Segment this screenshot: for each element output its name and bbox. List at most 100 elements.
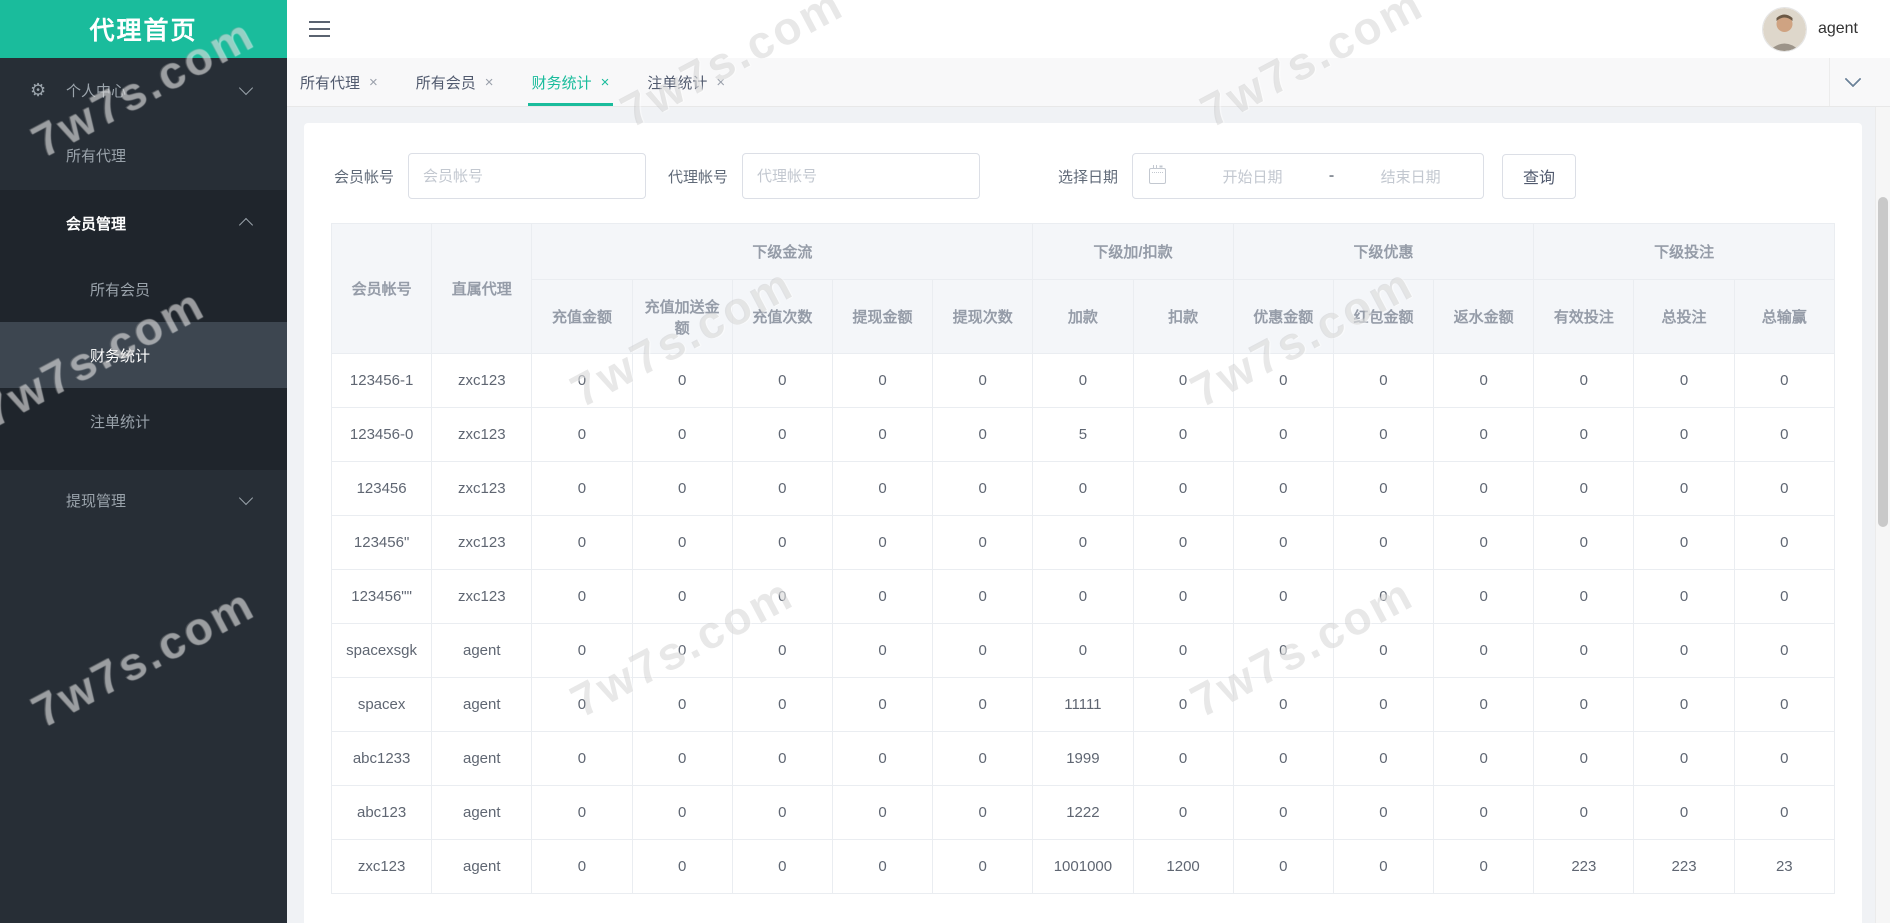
table-cell: 0 xyxy=(1733,785,1836,840)
sidebar-item-personal-center[interactable]: ⚙ 个人中心 xyxy=(0,60,287,120)
sidebar-item-all-agents[interactable]: 所有代理 xyxy=(0,120,287,190)
table-cell: 0 xyxy=(531,785,633,840)
table-cell: 0 xyxy=(1032,353,1134,408)
sidebar-item-all-members[interactable]: 所有会员 xyxy=(0,256,287,322)
menu-toggle-icon[interactable] xyxy=(309,21,330,37)
table-cell: 0 xyxy=(631,515,733,570)
table-cell: 0 xyxy=(1733,407,1836,462)
filter-bar: 会员帐号 代理帐号 选择日期 开始日期 - 结束日期 查询 xyxy=(304,123,1862,199)
table-header: 会员帐号 直属代理 下级金流 下级加/扣款 下级优惠 下级投注 充值金额 充值加送金额 充值次数… xyxy=(330,223,1836,354)
table-cell: 0 xyxy=(831,407,934,462)
sidebar-item-withdraw-management[interactable]: 提现管理 xyxy=(0,470,287,530)
sidebar-item-label: 个人中心 xyxy=(66,82,127,100)
sidebar: 代理首页 ⚙ 个人中心所有代理 会员管理 所有会员财务统计注单统计提现管理 xyxy=(0,0,287,923)
column-group-header: 下级加/扣款 xyxy=(1032,223,1234,280)
tab-close-icon[interactable]: × xyxy=(716,74,725,91)
tab-overflow-button[interactable] xyxy=(1829,58,1876,106)
table-cell: 0 xyxy=(1132,677,1234,732)
table-cell: 0 xyxy=(731,353,833,408)
table-row: 123456 zxc123 0 0 0 0 0 0 0 0 0 0 0 0 0 xyxy=(330,461,1836,516)
table-cell: 0 xyxy=(1433,407,1535,462)
table-cell: 0 xyxy=(1633,461,1735,516)
table-cell: agent xyxy=(431,731,533,786)
tab-all-agents[interactable]: 所有代理 × xyxy=(300,58,378,106)
search-button[interactable]: 查询 xyxy=(1502,153,1577,199)
table-cell: 0 xyxy=(631,569,733,624)
table-cell: 0 xyxy=(1533,515,1635,570)
tab-all-members[interactable]: 所有会员 × xyxy=(416,58,494,106)
gear-icon: ⚙ xyxy=(30,80,47,100)
agent-account-input[interactable] xyxy=(742,153,981,199)
table-cell: 0 xyxy=(631,461,733,516)
app-logo-title: 代理首页 xyxy=(0,0,287,58)
table-cell: 0 xyxy=(731,461,833,516)
scrollbar-thumb[interactable] xyxy=(1878,197,1888,527)
table-cell: 0 xyxy=(831,461,934,516)
sidebar-item-order-stats[interactable]: 注单统计 xyxy=(0,388,287,454)
stats-table: 会员帐号 直属代理 下级金流 下级加/扣款 下级优惠 下级投注 充值金额 充值加送金额 充值次数… xyxy=(330,223,1836,894)
tab-bar: 所有代理 × 所有会员 × 财务统计 × 注单统计 × xyxy=(287,58,1890,107)
user-menu[interactable]: agent xyxy=(1762,3,1858,55)
table-cell: 0 xyxy=(1533,461,1635,516)
table-wrapper: 会员帐号 直属代理 下级金流 下级加/扣款 下级优惠 下级投注 充值金额 充值加送金额 充值次数… xyxy=(304,199,1862,894)
table-cell: zxc123 xyxy=(431,461,533,516)
tab-close-icon[interactable]: × xyxy=(601,74,610,91)
table-cell: 0 xyxy=(932,785,1034,840)
main-content: 会员帐号 代理帐号 选择日期 开始日期 - 结束日期 查询 会员帐号直属代理下级… xyxy=(287,107,1890,923)
table-cell: 0 xyxy=(1533,569,1635,624)
table-cell: 0 xyxy=(1733,515,1836,570)
table-cell: 0 xyxy=(631,677,733,732)
table-cell: 0 xyxy=(1533,623,1635,678)
table-row: 123456-1 zxc123 0 0 0 0 0 0 0 0 0 0 0 0 0 xyxy=(330,353,1836,408)
table-cell: 0 xyxy=(1232,407,1334,462)
tab-finance-stats[interactable]: 财务统计 × xyxy=(527,58,614,106)
member-account-input[interactable] xyxy=(408,153,647,199)
table-cell: spacex xyxy=(330,677,433,732)
column-header: 会员帐号 xyxy=(330,223,433,354)
table-cell: 0 xyxy=(731,731,833,786)
table-cell: zxc123 xyxy=(431,569,533,624)
tab-close-icon[interactable]: × xyxy=(369,74,378,91)
table-header-group-row: 会员帐号 直属代理 下级金流 下级加/扣款 下级优惠 下级投注 xyxy=(330,223,1835,354)
column-header: 有效投注 xyxy=(1533,279,1635,354)
table-cell: 0 xyxy=(731,407,833,462)
start-date-field[interactable]: 开始日期 xyxy=(1180,166,1325,187)
scrollbar[interactable] xyxy=(1875,107,1890,923)
table-cell: 0 xyxy=(1332,677,1435,732)
tab-order-stats[interactable]: 注单统计 × xyxy=(647,58,725,106)
table-cell: 1999 xyxy=(1032,731,1134,786)
table-cell: 223 xyxy=(1533,839,1635,894)
table-cell: 0 xyxy=(1132,785,1234,840)
table-cell: 0 xyxy=(1533,785,1635,840)
table-cell: 0 xyxy=(531,353,633,408)
table-row: spacexsgk agent 0 0 0 0 0 0 0 0 0 0 0 0 0 xyxy=(330,623,1836,678)
table-cell: 0 xyxy=(932,461,1034,516)
top-header: agent xyxy=(287,0,1890,58)
table-cell: 0 xyxy=(731,677,833,732)
table-cell: 0 xyxy=(1032,569,1134,624)
table-cell: 0 xyxy=(1633,407,1735,462)
end-date-field[interactable]: 结束日期 xyxy=(1338,166,1483,187)
table-cell: 0 xyxy=(1232,731,1334,786)
table-cell: 0 xyxy=(1733,353,1836,408)
sidebar-item-member-management[interactable]: 会员管理 xyxy=(0,190,287,256)
date-separator: - xyxy=(1328,167,1335,184)
table-cell: 123456-1 xyxy=(330,353,433,408)
table-cell: 0 xyxy=(932,569,1034,624)
table-cell: 0 xyxy=(731,785,833,840)
date-range-input[interactable]: 开始日期 - 结束日期 xyxy=(1132,153,1485,199)
table-cell: 0 xyxy=(932,839,1034,894)
table-cell: 0 xyxy=(1232,785,1334,840)
sidebar-item-finance-stats[interactable]: 财务统计 xyxy=(0,322,287,388)
table-row: 123456" zxc123 0 0 0 0 0 0 0 0 0 0 0 0 0 xyxy=(330,515,1836,570)
table-cell: 0 xyxy=(1533,353,1635,408)
tab-label: 所有代理 xyxy=(300,74,361,92)
table-cell: 0 xyxy=(1032,461,1134,516)
tab-label: 注单统计 xyxy=(647,74,708,92)
tab-close-icon[interactable]: × xyxy=(485,74,494,91)
table-cell: 0 xyxy=(1232,569,1334,624)
column-header: 扣款 xyxy=(1132,279,1234,354)
sidebar-item-label: 财务统计 xyxy=(90,347,151,365)
column-header: 红包金额 xyxy=(1332,279,1435,354)
sidebar-submenu-section: 会员管理 所有会员财务统计注单统计 xyxy=(0,190,287,470)
